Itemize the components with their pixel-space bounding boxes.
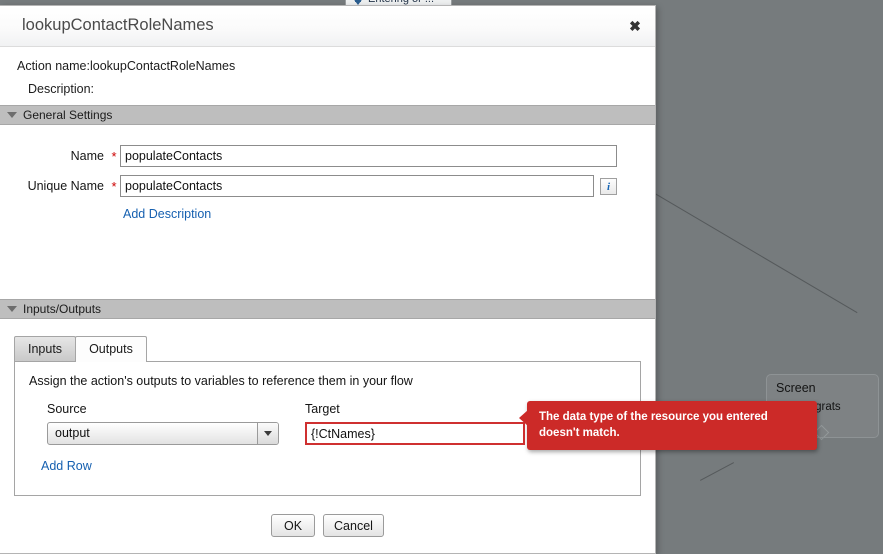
section-header-label: Inputs/Outputs <box>23 302 101 316</box>
meta-value: lookupContactRoleNames <box>90 59 235 73</box>
close-icon[interactable]: ✖ <box>624 15 646 37</box>
required-marker: * <box>108 179 120 194</box>
action-properties-dialog: lookupContactRoleNames ✖ Action name: lo… <box>0 5 656 554</box>
ok-button[interactable]: OK <box>271 514 315 537</box>
meta-row-action-name: Action name: lookupContactRoleNames <box>0 59 655 73</box>
unique-name-input[interactable] <box>120 175 594 197</box>
target-input[interactable] <box>305 422 525 445</box>
unique-name-label: Unique Name <box>0 179 108 193</box>
name-input[interactable] <box>120 145 617 167</box>
source-select[interactable]: output <box>47 422 279 445</box>
column-header-source: Source <box>47 402 305 416</box>
chevron-down-icon <box>7 306 17 312</box>
cancel-button[interactable]: Cancel <box>323 514 384 537</box>
tab-outputs[interactable]: Outputs <box>75 336 147 362</box>
meta-label: Description: <box>0 82 79 96</box>
chevron-down-icon <box>7 112 17 118</box>
field-row-unique-name: Unique Name * i <box>0 175 655 197</box>
meta-row-description: Description: <box>0 82 655 96</box>
chevron-down-icon[interactable] <box>257 423 278 444</box>
tabstrip: Inputs Outputs <box>14 335 655 361</box>
page-title: lookupContactRoleNames <box>22 16 214 35</box>
dialog-footer: OK Cancel <box>0 514 655 537</box>
outputs-intro: Assign the action's outputs to variables… <box>29 374 626 388</box>
dialog-meta: Action name: lookupContactRoleNames Desc… <box>0 47 655 96</box>
add-row-container: Add Row <box>29 457 626 475</box>
source-select-value: output <box>48 423 257 444</box>
add-description-link[interactable]: Add Description <box>123 207 211 221</box>
info-icon[interactable]: i <box>600 178 617 195</box>
error-tooltip: The data type of the resource you entere… <box>527 401 817 450</box>
dialog-titlebar: lookupContactRoleNames ✖ <box>0 6 655 47</box>
section-header-general-settings[interactable]: General Settings <box>0 105 655 125</box>
add-row-link[interactable]: Add Row <box>41 459 92 473</box>
error-tooltip-message: The data type of the resource you entere… <box>539 411 768 439</box>
section-header-inputs-outputs[interactable]: Inputs/Outputs <box>0 299 655 319</box>
field-row-name: Name * <box>0 145 655 167</box>
general-settings-body: Name * Unique Name * i Add Description <box>0 125 655 299</box>
name-label: Name <box>0 149 108 163</box>
meta-label: Action name: <box>0 59 90 73</box>
tab-inputs[interactable]: Inputs <box>14 336 76 361</box>
add-description-row: Add Description <box>0 205 655 223</box>
required-marker: * <box>108 149 120 164</box>
section-header-label: General Settings <box>23 108 112 122</box>
column-header-target: Target <box>305 402 340 416</box>
flow-node-title: Screen <box>776 381 869 396</box>
